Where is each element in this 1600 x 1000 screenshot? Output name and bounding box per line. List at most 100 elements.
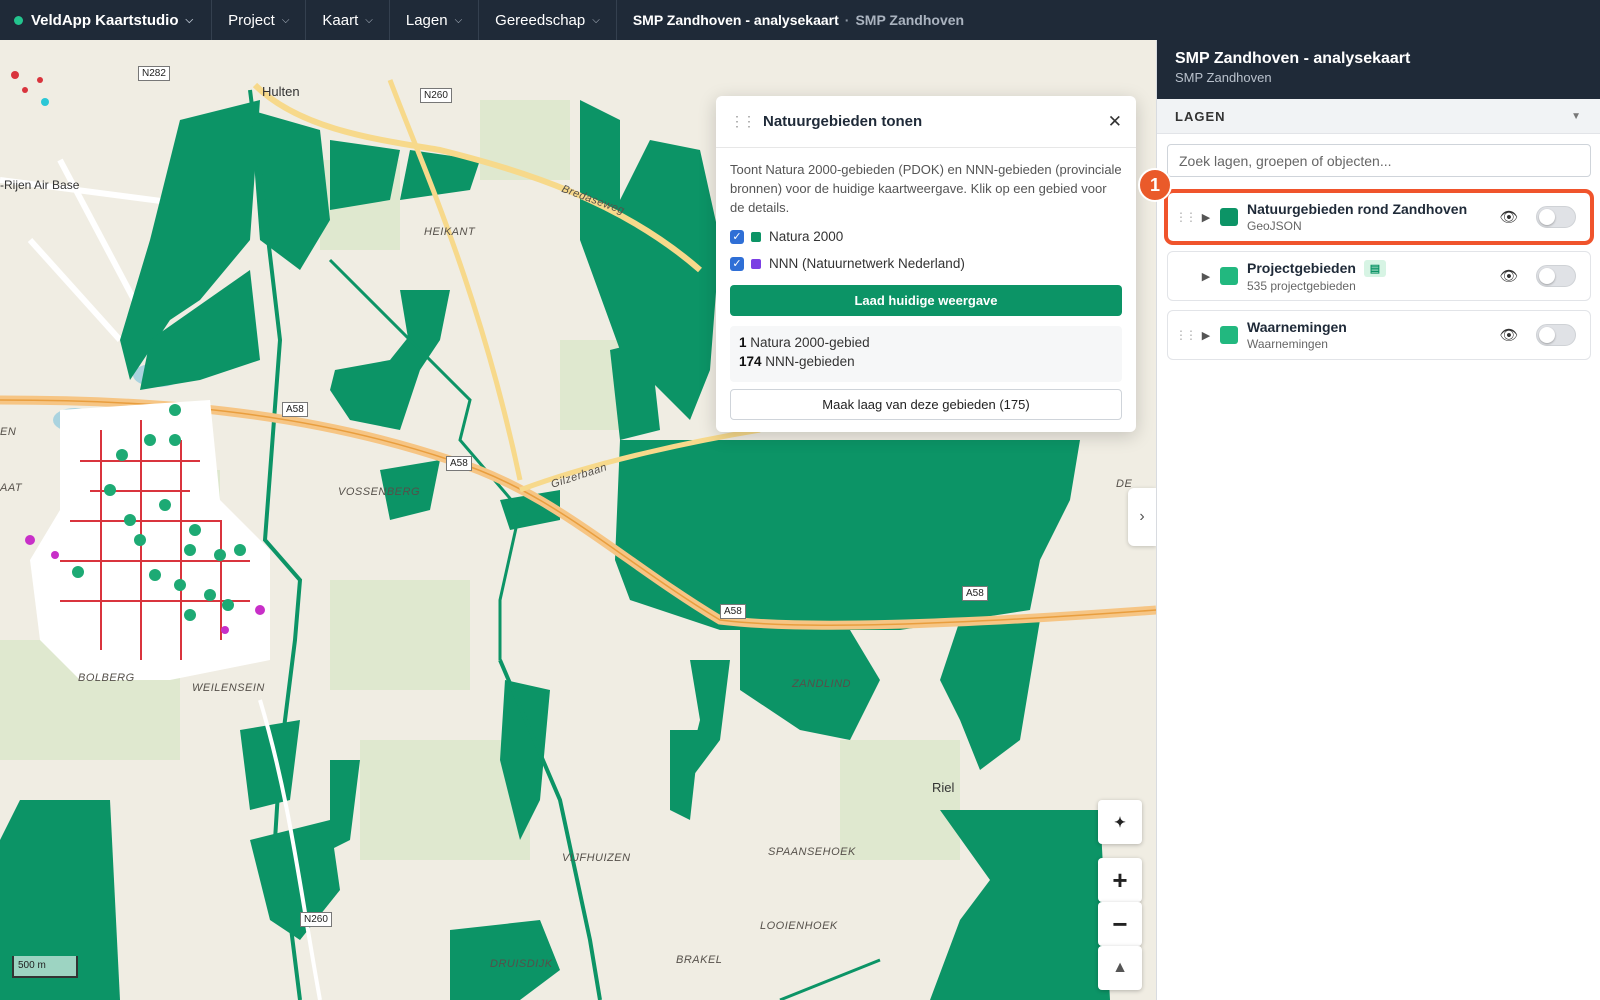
menu-label: Gereedschap (495, 11, 586, 29)
layer-subtitle: Waarnemingen (1247, 337, 1328, 351)
road-shield-a58: A58 (446, 456, 472, 471)
road-shield-a58: A58 (720, 604, 746, 619)
collapse-icon: ▼ (1571, 110, 1582, 122)
checkbox-natura2000[interactable]: ✓ (730, 229, 744, 244)
layer-color-swatch (1220, 208, 1238, 226)
map-label-zandlind: ZANDLIND (792, 678, 852, 690)
road-shield-a58: A58 (282, 402, 308, 417)
eye-icon[interactable]: 👁 (1494, 267, 1524, 285)
menu-lagen[interactable]: Lagen ⌵ (390, 0, 480, 40)
expand-triangle-icon[interactable]: ▶ (1196, 211, 1216, 224)
drag-handle-icon[interactable]: ⋮⋮ (730, 113, 756, 130)
chevron-down-icon: ⌵ (592, 14, 600, 26)
option-natura2000[interactable]: ✓ Natura 2000 (716, 223, 1136, 250)
status-dot (14, 15, 23, 25)
layer-name: Waarnemingen (1247, 319, 1347, 335)
panel-header: SMP Zandhoven - analysekaart SMP Zandhov… (1157, 40, 1600, 99)
count-natura: 1 Natura 2000-gebied (739, 333, 1113, 352)
road-shield-n282: N282 (138, 66, 170, 81)
checkbox-nnn[interactable]: ✓ (730, 256, 744, 271)
layer-item-projectgebieden[interactable]: ▶ Projectgebieden ▤ 535 projectgebieden 👁 (1167, 251, 1591, 301)
layer-text: Natuurgebieden rond Zandhoven GeoJSON (1247, 201, 1494, 233)
map-label-weilenseind: WEILENSEIN (192, 682, 265, 694)
load-view-button[interactable]: Laad huidige weergave (730, 285, 1122, 316)
chevron-down-icon: ⌵ (185, 14, 194, 26)
expand-triangle-icon[interactable]: ▶ (1196, 329, 1216, 342)
map-label-en: EN (0, 426, 17, 438)
dialog-header: ⋮⋮ Natuurgebieden tonen ✕ (716, 96, 1136, 148)
menu-project[interactable]: Project ⌵ (212, 0, 307, 40)
map-label-looienhoek: LOOIENHOEK (760, 920, 838, 932)
menu-label: Project (228, 11, 275, 29)
layer-visibility-toggle[interactable] (1536, 265, 1576, 287)
count-nnn: 174 NNN-gebieden (739, 352, 1113, 371)
nature-areas-dialog: ⋮⋮ Natuurgebieden tonen ✕ Toont Natura 2… (716, 96, 1136, 432)
app-menu[interactable]: VeldApp Kaartstudio ⌵ (0, 0, 213, 40)
layer-search-input[interactable] (1167, 144, 1591, 177)
layer-color-swatch (1220, 267, 1238, 285)
layer-visibility-toggle[interactable] (1536, 324, 1576, 346)
chevron-down-icon: ⌵ (365, 14, 373, 26)
legend-swatch-nnn (751, 258, 761, 269)
menu-gereedschap[interactable]: Gereedschap ⌵ (479, 0, 617, 40)
menu-label: Lagen (405, 11, 448, 29)
breadcrumb: SMP Zandhoven - analysekaart · SMP Zandhov… (617, 12, 964, 28)
road-shield-n260: N260 (300, 912, 332, 927)
map-label-riel: Riel (932, 780, 955, 795)
expand-panel-button[interactable]: › (1128, 488, 1156, 546)
result-counts: 1 Natura 2000-gebied 174 NNN-gebieden (730, 326, 1122, 382)
breadcrumb-separator: · (844, 12, 850, 28)
scale-bar: 500 m (12, 956, 78, 978)
legend-swatch-natura (751, 231, 761, 242)
menu-kaart[interactable]: Kaart ⌵ (306, 0, 390, 40)
layer-text: Projectgebieden ▤ 535 projectgebieden (1247, 259, 1494, 293)
close-icon[interactable]: ✕ (1108, 112, 1122, 132)
compass-button[interactable]: ▲ (1098, 946, 1142, 990)
drag-handle-icon[interactable]: ⋮⋮ (1174, 328, 1197, 342)
drag-handle-icon[interactable]: ⋮⋮ (1174, 210, 1197, 224)
make-layer-button[interactable]: Maak laag van deze gebieden (175) (730, 389, 1122, 420)
chevron-down-icon: ⌵ (454, 14, 463, 26)
map-label-brakel: BRAKEL (676, 954, 723, 966)
map-label-druisdijk: DRUISDIJK (490, 958, 553, 970)
geolocate-button[interactable]: ✦ (1098, 800, 1142, 844)
layer-text: Waarnemingen Waarnemingen (1247, 319, 1494, 351)
panel-title: SMP Zandhoven - analysekaart (1175, 50, 1411, 67)
section-label: LAGEN (1175, 108, 1226, 124)
panel-subtitle: SMP Zandhoven (1175, 70, 1272, 85)
count-nnn-label: NNN-gebieden (761, 354, 855, 369)
layer-visibility-toggle[interactable] (1536, 206, 1576, 228)
layers-section-header[interactable]: LAGEN ▼ (1157, 99, 1600, 134)
app-name: VeldApp Kaartstudio (31, 11, 179, 29)
map-label-aat: AAT (0, 482, 23, 494)
map-label-vossenberg: VOSSENBERG (338, 486, 421, 498)
count-natura-number: 1 (739, 335, 747, 350)
road-shield-n260: N260 (420, 88, 452, 103)
eye-icon[interactable]: 👁 (1494, 326, 1524, 344)
satellite-icon: ✦ (1114, 813, 1126, 830)
layer-name: Projectgebieden (1247, 260, 1356, 276)
menu-label: Kaart (322, 11, 359, 29)
breadcrumb-sub: SMP Zandhoven (855, 12, 965, 28)
map-label-bolberg: BOLBERG (78, 672, 135, 684)
top-bar: VeldApp Kaartstudio ⌵ Project ⌵ Kaart ⌵ La… (0, 0, 1600, 40)
option-label: NNN (Natuurnetwerk Nederland) (769, 256, 965, 271)
toggle-knob (1539, 327, 1555, 343)
count-natura-label: Natura 2000-gebied (746, 335, 870, 350)
toggle-knob (1539, 209, 1555, 225)
layer-item-natuurgebieden[interactable]: ⋮⋮ ▶ Natuurgebieden rond Zandhoven GeoJS… (1167, 192, 1591, 242)
expand-triangle-icon[interactable]: ▶ (1196, 270, 1216, 283)
layer-name-row: Projectgebieden ▤ (1247, 259, 1494, 277)
layer-item-waarnemingen[interactable]: ⋮⋮ ▶ Waarnemingen Waarnemingen 👁 (1167, 310, 1591, 360)
dialog-title: Natuurgebieden tonen (763, 113, 923, 130)
eye-icon[interactable]: 👁 (1494, 208, 1524, 226)
zoom-in-button[interactable]: + (1098, 858, 1142, 902)
toggle-knob (1539, 268, 1555, 284)
option-nnn[interactable]: ✓ NNN (Natuurnetwerk Nederland) (716, 250, 1136, 277)
layer-color-swatch (1220, 326, 1238, 344)
chevron-right-icon: › (1139, 508, 1145, 525)
zoom-out-button[interactable]: − (1098, 902, 1142, 946)
dialog-description: Toont Natura 2000-gebieden (PDOK) en NNN… (730, 162, 1122, 215)
map-label-rijen: -Rijen Air Base (0, 178, 80, 192)
map-label-hulten: Hulten (262, 84, 300, 99)
